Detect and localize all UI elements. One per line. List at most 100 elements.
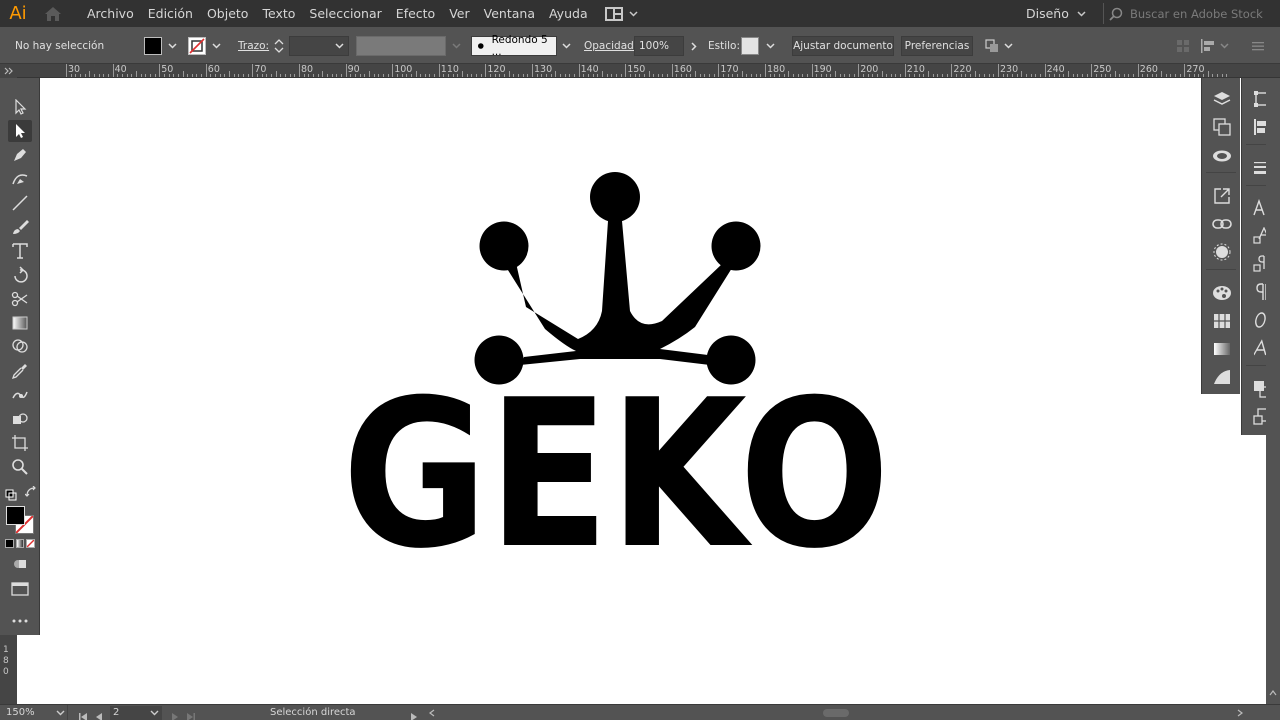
arrange-documents-button[interactable]: [604, 6, 638, 21]
next-artboard-button[interactable]: [170, 707, 182, 720]
profile-dropdown[interactable]: [451, 37, 462, 55]
opacity-field[interactable]: 100%: [634, 36, 684, 56]
scissors-tool[interactable]: [8, 288, 32, 310]
graphic-style-swatch[interactable]: [741, 37, 759, 55]
opacity-value: 100%: [639, 40, 670, 52]
gradient-panel-button[interactable]: [1210, 338, 1234, 360]
vertical-scrollbar[interactable]: [1266, 78, 1280, 704]
none-button[interactable]: [26, 539, 36, 548]
type-tool[interactable]: [8, 240, 32, 262]
opacity-label[interactable]: Opacidad:: [584, 28, 637, 64]
ruler-minor-tick: [1161, 71, 1163, 77]
arrange-button[interactable]: [984, 37, 1016, 55]
ruler-minor-tick: [755, 74, 757, 77]
ruler-label: 100: [394, 64, 413, 75]
zoom-field[interactable]: 150%: [0, 704, 68, 720]
fill-stroke-indicator[interactable]: [6, 506, 34, 534]
curvature-tool[interactable]: [8, 168, 32, 190]
edit-toolbar-button[interactable]: [8, 610, 32, 632]
line-tool[interactable]: [8, 192, 32, 214]
selection-tool[interactable]: [8, 96, 32, 118]
stroke-label[interactable]: Trazo:: [238, 28, 269, 64]
opacity-arrow[interactable]: [688, 37, 699, 55]
fill-indicator[interactable]: [6, 506, 25, 525]
scroll-right-icon: [1237, 709, 1243, 716]
align-options-button[interactable]: [1200, 37, 1230, 55]
workspace-switcher[interactable]: Diseño: [1018, 0, 1094, 27]
fill-dropdown[interactable]: [167, 37, 178, 55]
paintbrush-tool[interactable]: [8, 216, 32, 238]
menu-archivo[interactable]: Archivo: [80, 0, 141, 27]
home-button[interactable]: [36, 0, 70, 27]
swatches-panel-button[interactable]: [1210, 310, 1234, 332]
live-paint-tool[interactable]: [8, 408, 32, 430]
panel-dock-column-1: [1201, 78, 1240, 394]
stroke-swatch[interactable]: [188, 37, 206, 55]
screen-mode-button[interactable]: [8, 578, 32, 600]
pen-tool[interactable]: [8, 144, 32, 166]
align-grid-button[interactable]: [1176, 38, 1190, 52]
zoom-tool[interactable]: [8, 456, 32, 478]
layers-panel-button[interactable]: [1210, 88, 1234, 110]
stroke-dropdown[interactable]: [211, 37, 222, 55]
stock-search-input[interactable]: Buscar en Adobe Stock: [1103, 3, 1273, 24]
style-dropdown[interactable]: [765, 37, 776, 55]
ruler-label: 50: [161, 64, 174, 75]
artboards-panel-button[interactable]: [1210, 116, 1234, 138]
brush-dropdown[interactable]: [561, 37, 572, 55]
menu-texto[interactable]: Texto: [255, 0, 302, 27]
libraries-panel-button[interactable]: [1210, 144, 1234, 166]
gradient-swatch-icon: [1214, 343, 1230, 355]
color-guide-panel-button[interactable]: [1210, 241, 1234, 263]
menu-ventana[interactable]: Ventana: [477, 0, 542, 27]
horizontal-ruler[interactable]: 30 40 50 60 70 80 90 100 110 120 130 140 150 160 170 18…: [17, 64, 1280, 78]
puppet-warp-tool[interactable]: [8, 384, 32, 406]
first-artboard-button[interactable]: [78, 707, 90, 720]
geko-logo[interactable]: GEKO: [340, 171, 892, 551]
ruler-minor-tick: [126, 74, 128, 77]
chevron-down-icon: [452, 43, 461, 49]
color-button[interactable]: [5, 539, 14, 548]
stroke-weight-field[interactable]: [289, 36, 349, 56]
status-menu-button[interactable]: [410, 707, 420, 720]
stroke-weight-stepper[interactable]: [272, 37, 286, 55]
artboard-number-field[interactable]: 2: [110, 705, 162, 720]
preferences-button[interactable]: Preferencias: [901, 36, 973, 56]
drawing-mode-button[interactable]: [8, 553, 32, 575]
status-bar: 150% 2 Selección directa: [0, 704, 1280, 720]
transparency-panel-button[interactable]: [1210, 366, 1234, 388]
scroll-thumb[interactable]: [823, 708, 849, 717]
previous-artboard-button[interactable]: [94, 707, 106, 720]
selection-arrow-icon: [15, 99, 27, 115]
menu-ayuda[interactable]: Ayuda: [542, 0, 595, 27]
eyedropper-tool[interactable]: [8, 360, 32, 382]
menu-seleccionar[interactable]: Seleccionar: [302, 0, 388, 27]
artboard-canvas[interactable]: GEKO: [17, 78, 1266, 704]
rotate-tool[interactable]: [8, 264, 32, 286]
menu-efecto[interactable]: Efecto: [389, 0, 442, 27]
panel-menu-button[interactable]: [1250, 38, 1266, 52]
menu-ver[interactable]: Ver: [442, 0, 476, 27]
gradient-button[interactable]: [15, 539, 25, 548]
artboard-tool[interactable]: [8, 432, 32, 454]
fill-swatch[interactable]: [144, 37, 162, 55]
menu-objeto[interactable]: Objeto: [200, 0, 256, 27]
links-panel-button[interactable]: [1210, 213, 1234, 235]
horizontal-scrollbar[interactable]: [428, 706, 1248, 720]
shape-builder-tool[interactable]: [8, 336, 32, 358]
export-panel-button[interactable]: [1210, 185, 1234, 207]
menu-edicion[interactable]: Edición: [141, 0, 200, 27]
swap-fill-stroke-controls[interactable]: [5, 486, 36, 501]
brush-definition-field[interactable]: Redondo 5 ...: [471, 34, 557, 58]
direct-selection-tool[interactable]: [8, 120, 32, 142]
color-panel-button[interactable]: [1210, 282, 1234, 304]
last-artboard-button[interactable]: [186, 707, 198, 720]
ruler-minor-tick: [247, 74, 249, 77]
gradient-tool[interactable]: [8, 312, 32, 334]
ruler-label: 170: [720, 64, 739, 75]
ruler-major-tick: [485, 64, 487, 77]
ruler-minor-tick: [336, 74, 338, 77]
ruler-minor-tick: [881, 71, 883, 77]
document-setup-button[interactable]: Ajustar documento: [792, 36, 894, 56]
variable-width-profile[interactable]: [356, 36, 446, 56]
